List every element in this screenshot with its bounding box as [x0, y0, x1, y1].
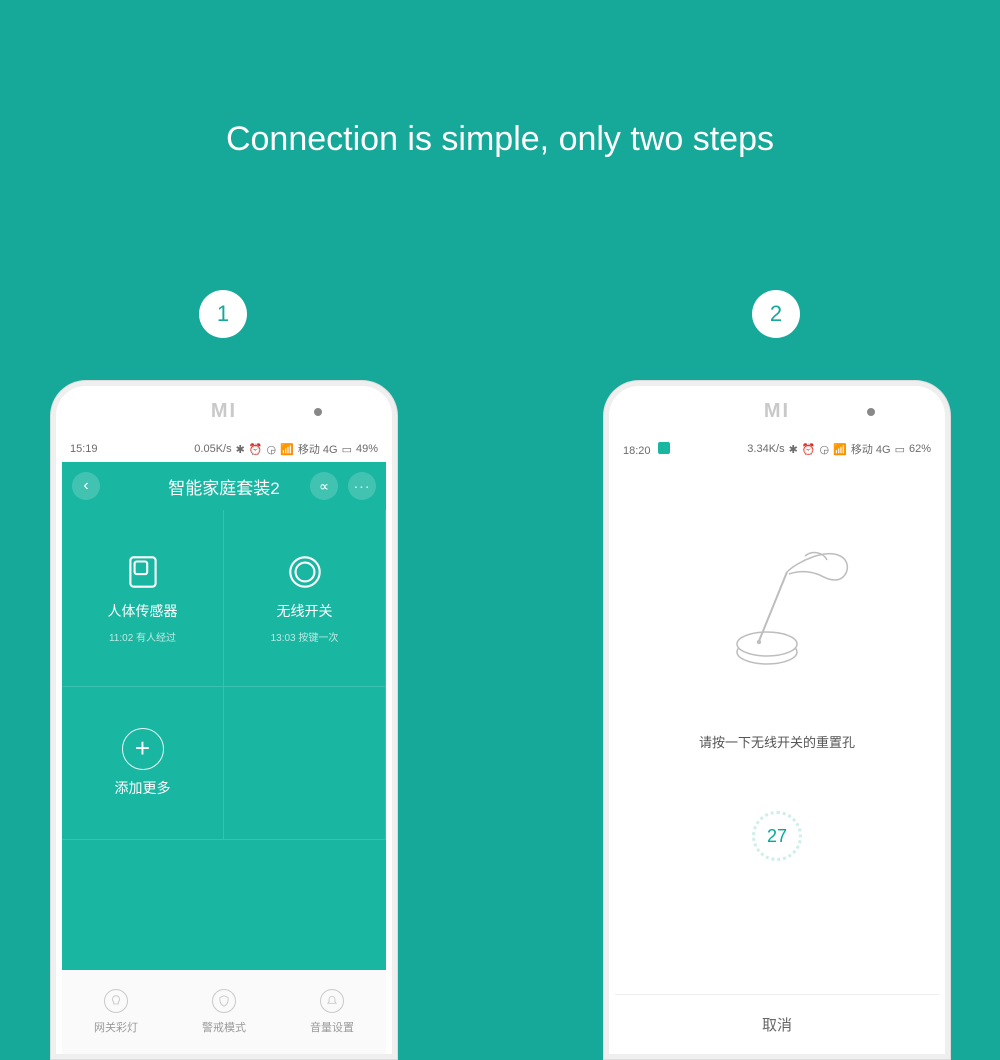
plus-icon: + — [122, 728, 164, 770]
signal-icon: 📶 — [280, 443, 294, 456]
motion-sensor-icon — [122, 551, 164, 593]
status-speed: 3.34K/s — [747, 443, 784, 455]
phone-mockup-2: MI 18:20 3.34K/s ✱ ⏰ ◶ 📶 移动 4G ▭ 62% — [603, 380, 951, 1060]
wifi-icon: ◶ — [820, 443, 830, 456]
wifi-icon: ◶ — [267, 443, 277, 456]
bluetooth-icon: ✱ — [789, 443, 798, 456]
battery-icon: ▭ — [342, 443, 352, 456]
status-time: 15:19 — [70, 443, 98, 455]
bottom-bar: 网关彩灯 警戒模式 音量设置 — [62, 970, 386, 1054]
back-button[interactable]: ‹ — [72, 472, 100, 500]
app-screen-pairing: 请按一下无线开关的重置孔 27 取消 — [615, 462, 939, 1054]
mi-logo: MI — [211, 400, 237, 423]
tile-sub: 11:02 有人经过 — [109, 629, 176, 644]
shield-icon — [212, 989, 236, 1013]
bell-icon — [320, 989, 344, 1013]
camera-dot-icon — [867, 408, 875, 416]
app-screen-devices: ‹ 智能家庭套装2 ∝ ··· 人体传感器 11:02 有人经过 — [62, 462, 386, 1054]
app-indicator-icon — [658, 442, 670, 454]
share-button[interactable]: ∝ — [310, 472, 338, 500]
reset-illustration — [615, 462, 939, 722]
bottom-item-light[interactable]: 网关彩灯 — [62, 970, 170, 1054]
status-bar: 18:20 3.34K/s ✱ ⏰ ◶ 📶 移动 4G ▭ 62% — [615, 436, 939, 462]
status-time: 18:20 — [623, 445, 651, 457]
device-tile-wireless-switch[interactable]: 无线开关 13:03 按键一次 — [224, 510, 386, 687]
bluetooth-icon: ✱ — [236, 443, 245, 456]
cancel-button[interactable]: 取消 — [615, 994, 939, 1054]
tile-label: 添加更多 — [115, 778, 171, 798]
alarm-icon: ⏰ — [802, 443, 816, 456]
status-speed: 0.05K/s — [194, 443, 231, 455]
phone-mockup-1: MI 15:19 0.05K/s ✱ ⏰ ◶ 📶 移动 4G ▭ 49% — [50, 380, 398, 1060]
bottom-label: 网关彩灯 — [94, 1019, 138, 1035]
countdown-timer: 27 — [752, 811, 802, 861]
signal-icon: 📶 — [833, 443, 847, 456]
bottom-item-volume[interactable]: 音量设置 — [278, 970, 386, 1054]
more-button[interactable]: ··· — [348, 472, 376, 500]
camera-dot-icon — [314, 408, 322, 416]
battery-icon: ▭ — [895, 443, 905, 456]
add-device-tile[interactable]: + 添加更多 — [62, 687, 224, 841]
device-tile-motion-sensor[interactable]: 人体传感器 11:02 有人经过 — [62, 510, 224, 687]
bottom-label: 音量设置 — [310, 1019, 354, 1035]
status-bar: 15:19 0.05K/s ✱ ⏰ ◶ 📶 移动 4G ▭ 49% — [62, 436, 386, 462]
mi-logo: MI — [764, 400, 790, 423]
instruction-text: 请按一下无线开关的重置孔 — [615, 732, 939, 751]
alarm-icon: ⏰ — [249, 443, 263, 456]
empty-tile — [224, 687, 386, 841]
step-badge-2: 2 — [752, 290, 800, 338]
status-battery: 62% — [909, 443, 931, 455]
status-net: 移动 4G — [851, 441, 891, 457]
tile-sub: 13:03 按键一次 — [271, 629, 339, 644]
bottom-label: 警戒模式 — [202, 1019, 246, 1035]
bottom-item-alert[interactable]: 警戒模式 — [170, 970, 278, 1054]
status-battery: 49% — [356, 443, 378, 455]
tile-label: 无线开关 — [277, 601, 333, 621]
step-badge-1: 1 — [199, 290, 247, 338]
tile-label: 人体传感器 — [108, 601, 178, 621]
lightbulb-icon — [104, 989, 128, 1013]
app-header: ‹ 智能家庭套装2 ∝ ··· — [62, 462, 386, 510]
headline: Connection is simple, only two steps — [0, 120, 1000, 159]
switch-icon — [284, 551, 326, 593]
page-title: 智能家庭套装2 — [168, 474, 279, 499]
status-net: 移动 4G — [298, 441, 338, 457]
